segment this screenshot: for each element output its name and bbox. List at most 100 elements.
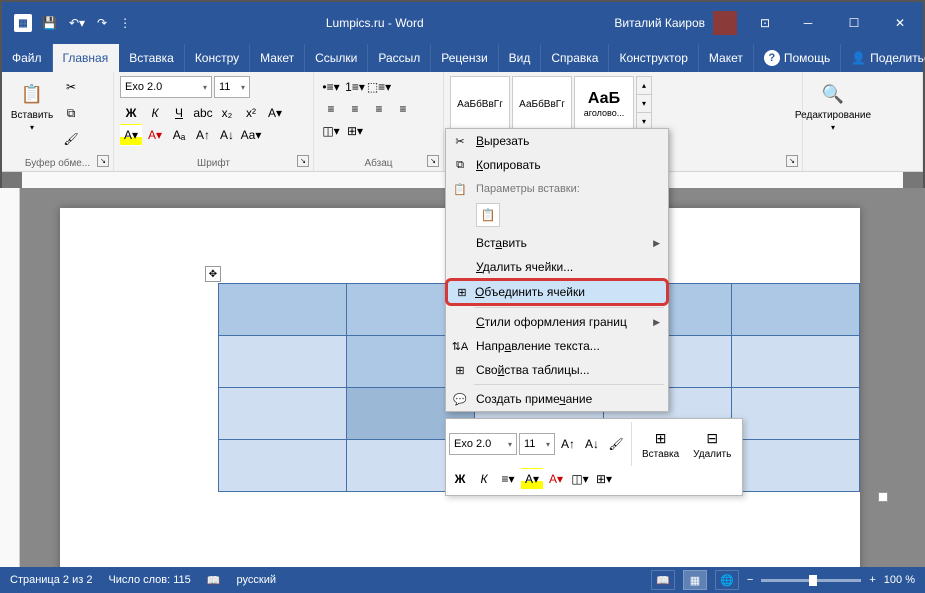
tab-tell-me[interactable]: ?Помощь bbox=[754, 44, 841, 72]
change-case-button[interactable]: Aa▾ bbox=[240, 124, 262, 146]
tab-share[interactable]: 👤 Поделиться bbox=[841, 44, 925, 72]
borders-button[interactable]: ⊞▾ bbox=[344, 120, 366, 142]
tab-layout[interactable]: Макет bbox=[250, 44, 305, 72]
mini-font-color[interactable]: A▾ bbox=[545, 468, 567, 490]
shading-button[interactable]: ◫▾ bbox=[320, 120, 342, 142]
maximize-button[interactable]: ☐ bbox=[831, 2, 877, 44]
ctx-delete-cells[interactable]: Удалить ячейки... bbox=[446, 255, 668, 279]
tab-table-design[interactable]: Конструктор bbox=[609, 44, 698, 72]
style-nospace[interactable]: АаБбВвГг bbox=[512, 76, 572, 132]
ctx-new-comment[interactable]: 💬Создать примечание bbox=[446, 387, 668, 411]
shrink-font-button[interactable]: A↓ bbox=[216, 124, 238, 146]
view-read-mode[interactable]: 📖 bbox=[651, 570, 675, 590]
style-heading1[interactable]: АаБ аголово... bbox=[574, 76, 634, 132]
format-painter-button[interactable]: 🖌 bbox=[60, 128, 82, 150]
editing-button[interactable]: 🔍 Редактирование ▾ bbox=[809, 76, 857, 136]
minimize-button[interactable]: ─ bbox=[785, 2, 831, 44]
scroll-down-icon[interactable]: ▾ bbox=[637, 95, 651, 113]
tab-file[interactable]: Файл bbox=[2, 44, 53, 72]
ctx-cut[interactable]: ✂Вырезать bbox=[446, 129, 668, 153]
qat-redo-icon[interactable]: ↷ bbox=[97, 16, 107, 30]
tab-home[interactable]: Главная bbox=[53, 44, 120, 72]
styles-dialog-launcher[interactable]: ↘ bbox=[786, 155, 798, 167]
table-move-handle[interactable]: ✥ bbox=[205, 266, 221, 282]
zoom-level[interactable]: 100 % bbox=[884, 574, 915, 586]
mini-italic[interactable]: К bbox=[473, 468, 495, 490]
tab-mailings[interactable]: Рассыл bbox=[368, 44, 431, 72]
table-cell[interactable] bbox=[219, 440, 347, 492]
table-cell[interactable] bbox=[219, 388, 347, 440]
table-cell[interactable] bbox=[731, 336, 859, 388]
multilevel-button[interactable]: ⬚≡▾ bbox=[368, 76, 390, 98]
mini-grow-font[interactable]: A↑ bbox=[557, 433, 579, 455]
paste-option-keep[interactable]: 📋 bbox=[476, 203, 500, 227]
tab-table-layout[interactable]: Макет bbox=[699, 44, 754, 72]
superscript-button[interactable]: x² bbox=[240, 102, 262, 124]
clipboard-dialog-launcher[interactable]: ↘ bbox=[97, 155, 109, 167]
mini-highlight[interactable]: A▾ bbox=[521, 468, 543, 490]
ctx-merge-cells[interactable]: ⊞Объединить ячейки bbox=[445, 278, 669, 306]
align-left-button[interactable]: ≡ bbox=[320, 98, 342, 120]
ctx-table-properties[interactable]: ⊞Свойства таблицы... bbox=[446, 358, 668, 382]
font-dialog-launcher[interactable]: ↘ bbox=[297, 155, 309, 167]
mini-bold[interactable]: Ж bbox=[449, 468, 471, 490]
tab-review[interactable]: Рецензи bbox=[431, 44, 498, 72]
paragraph-dialog-launcher[interactable]: ↘ bbox=[427, 155, 439, 167]
ctx-copy[interactable]: ⧉Копировать bbox=[446, 153, 668, 177]
tab-view[interactable]: Вид bbox=[499, 44, 542, 72]
underline-button[interactable]: Ч bbox=[168, 102, 190, 124]
text-effects-button[interactable]: A▾ bbox=[264, 102, 286, 124]
mini-shading[interactable]: ◫▾ bbox=[569, 468, 591, 490]
zoom-slider[interactable] bbox=[761, 579, 861, 582]
app-menu-icon[interactable]: ▦ bbox=[14, 14, 32, 32]
font-size-combo[interactable]: 11▾ bbox=[214, 76, 250, 98]
table-cell[interactable] bbox=[219, 336, 347, 388]
ribbon-options-icon[interactable]: ⊡ bbox=[745, 16, 785, 30]
numbering-button[interactable]: 1≡▾ bbox=[344, 76, 366, 98]
table-cell[interactable] bbox=[731, 388, 859, 440]
copy-button[interactable]: ⧉ bbox=[60, 102, 82, 124]
status-language[interactable]: русский bbox=[237, 574, 276, 586]
status-word-count[interactable]: Число слов: 115 bbox=[108, 574, 190, 586]
status-proofing-icon[interactable]: 📖 bbox=[207, 574, 221, 587]
table-resize-handle[interactable] bbox=[878, 492, 888, 502]
font-name-combo[interactable]: Exo 2.0▾ bbox=[120, 76, 212, 98]
qat-undo-icon[interactable]: ↶▾ bbox=[69, 16, 85, 30]
view-web-layout[interactable]: 🌐 bbox=[715, 570, 739, 590]
font-color-button[interactable]: A▾ bbox=[144, 124, 166, 146]
align-center-button[interactable]: ≡ bbox=[344, 98, 366, 120]
table-cell[interactable] bbox=[219, 284, 347, 336]
tab-references[interactable]: Ссылки bbox=[305, 44, 368, 72]
grow-font-button[interactable]: A↑ bbox=[192, 124, 214, 146]
ctx-border-styles[interactable]: Стили оформления границ▶ bbox=[446, 310, 668, 334]
vertical-ruler[interactable] bbox=[0, 188, 20, 567]
paste-button[interactable]: 📋 Вставить ▾ bbox=[8, 76, 56, 136]
user-account[interactable]: Виталий Каиров bbox=[606, 11, 745, 35]
tab-design[interactable]: Констру bbox=[185, 44, 250, 72]
align-justify-button[interactable]: ≡ bbox=[392, 98, 414, 120]
close-button[interactable]: ✕ bbox=[877, 2, 923, 44]
styles-scroll[interactable]: ▴▾▾ bbox=[636, 76, 652, 132]
qat-save-icon[interactable]: 💾 bbox=[42, 16, 57, 30]
bullets-button[interactable]: •≡▾ bbox=[320, 76, 342, 98]
view-print-layout[interactable]: ▦ bbox=[683, 570, 707, 590]
scroll-up-icon[interactable]: ▴ bbox=[637, 77, 651, 95]
mini-size-combo[interactable]: 11▾ bbox=[519, 433, 555, 455]
italic-button[interactable]: К bbox=[144, 102, 166, 124]
mini-delete-button[interactable]: ⊟Удалить bbox=[687, 427, 737, 462]
style-normal[interactable]: АаБбВвГг bbox=[450, 76, 510, 132]
mini-format-painter[interactable]: 🖌 bbox=[605, 433, 627, 455]
highlight-button[interactable]: A▾ bbox=[120, 124, 142, 146]
cut-button[interactable]: ✂ bbox=[60, 76, 82, 98]
mini-align[interactable]: ≡▾ bbox=[497, 468, 519, 490]
zoom-in-button[interactable]: + bbox=[869, 574, 875, 586]
ctx-text-direction[interactable]: ⇅AНаправление текста... bbox=[446, 334, 668, 358]
mini-insert-button[interactable]: ⊞Вставка bbox=[636, 427, 685, 462]
zoom-out-button[interactable]: − bbox=[747, 574, 753, 586]
subscript-button[interactable]: x₂ bbox=[216, 102, 238, 124]
bold-button[interactable]: Ж bbox=[120, 102, 142, 124]
mini-font-combo[interactable]: Exo 2.0▾ bbox=[449, 433, 517, 455]
ctx-paste[interactable]: Вставить▶ bbox=[446, 231, 668, 255]
zoom-thumb[interactable] bbox=[809, 575, 817, 586]
strikethrough-button[interactable]: abc bbox=[192, 102, 214, 124]
